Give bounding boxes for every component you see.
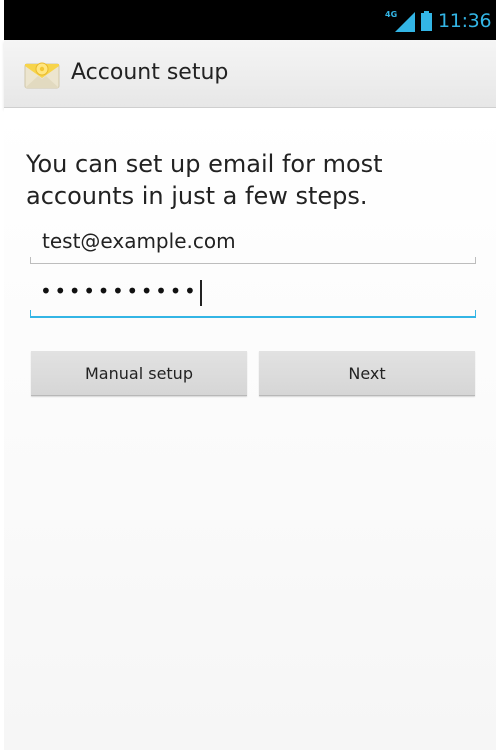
signal-strength-icon — [395, 12, 415, 32]
email-field-value: test@example.com — [42, 229, 236, 253]
screen: 4G 11:36 Account setup You can set up em… — [0, 0, 496, 750]
status-bar: 4G 11:36 — [4, 0, 496, 40]
status-clock: 11:36 — [438, 10, 492, 32]
intro-text: You can set up email for most accounts i… — [26, 150, 383, 210]
email-envelope-icon[interactable] — [24, 60, 60, 90]
page-title: Account setup — [71, 60, 229, 85]
password-field[interactable]: ••••••••••• — [30, 276, 476, 318]
battery-icon — [421, 11, 432, 31]
next-button[interactable]: Next — [259, 351, 475, 396]
text-cursor — [200, 279, 203, 306]
password-field-value: ••••••••••• — [40, 279, 203, 306]
action-bar: Account setup — [4, 40, 496, 108]
manual-setup-button[interactable]: Manual setup — [31, 351, 247, 396]
email-field[interactable]: test@example.com — [30, 223, 476, 264]
account-setup-form: You can set up email for most accounts i… — [4, 108, 496, 750]
